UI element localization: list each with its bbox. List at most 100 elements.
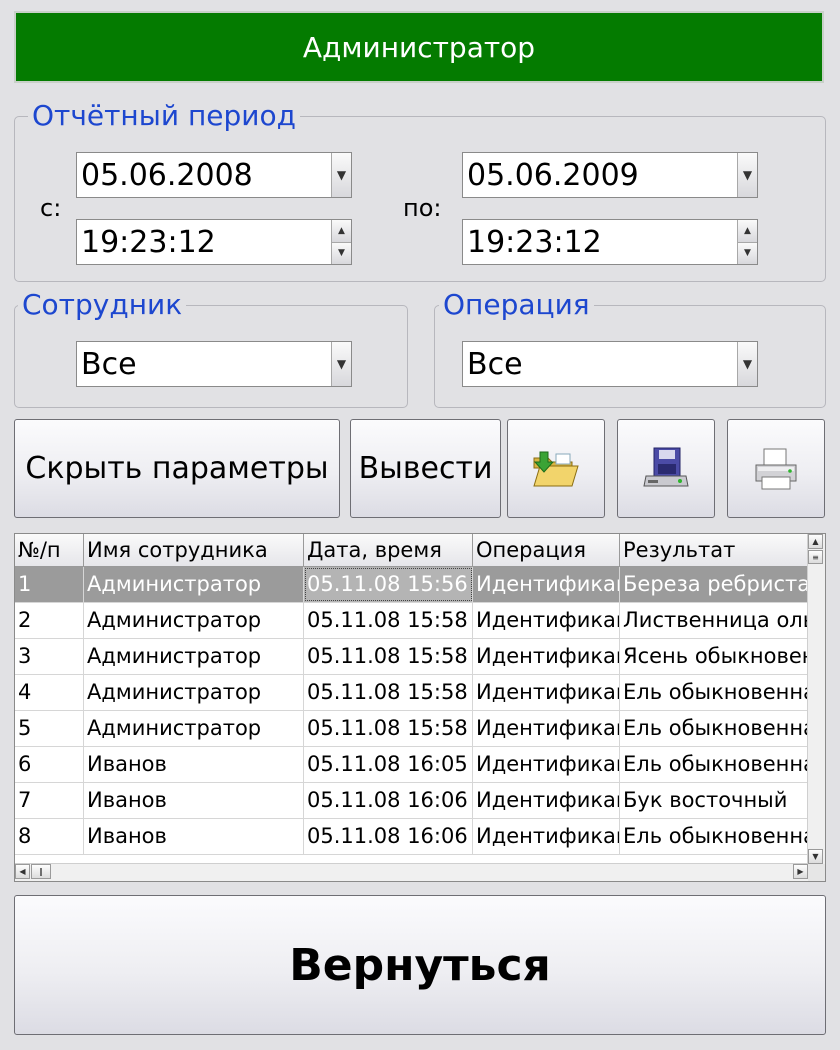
cell-datetime: 05.11.08 15:58 <box>304 711 473 746</box>
employee-legend: Сотрудник <box>18 289 187 321</box>
table-row[interactable]: 2Администратор05.11.08 15:58Идентификаци… <box>15 603 820 639</box>
to-time-value: 19:23:12 <box>467 224 602 260</box>
cell-number: 5 <box>15 711 84 746</box>
column-header-datetime[interactable]: Дата, время <box>304 534 473 566</box>
cell-number: 8 <box>15 819 84 854</box>
window-title-bar: Администратор <box>14 11 824 83</box>
from-label: с: <box>40 194 62 222</box>
output-button[interactable]: Вывести <box>350 419 501 518</box>
cell-operation: Идентификация <box>473 819 620 854</box>
scroll-down-icon[interactable]: ▼ <box>808 849 823 864</box>
cell-operation: Идентификация <box>473 603 620 638</box>
cell-employee: Администратор <box>84 711 304 746</box>
open-button[interactable] <box>507 419 605 518</box>
cell-employee: Администратор <box>84 567 304 602</box>
to-date-value: 05.06.2009 <box>467 157 639 193</box>
cell-operation: Идентификация <box>473 711 620 746</box>
log-table[interactable]: №/п Имя сотрудника Дата, время Операция … <box>14 533 826 882</box>
table-row[interactable]: 1Администратор05.11.08 15:56Идентификаци… <box>15 567 820 603</box>
cell-employee: Иванов <box>84 783 304 818</box>
save-button[interactable] <box>617 419 715 518</box>
cell-operation: Идентификация <box>473 783 620 818</box>
printer-icon <box>755 448 797 489</box>
employee-value: Все <box>81 346 137 382</box>
cell-datetime: 05.11.08 16:06 <box>304 783 473 818</box>
chevron-down-icon[interactable]: ▼ <box>737 342 757 386</box>
table-row[interactable]: 8Иванов05.11.08 16:06ИдентификацияЕль об… <box>15 819 820 855</box>
table-row[interactable]: 3Администратор05.11.08 15:58Идентификаци… <box>15 639 820 675</box>
folder-open-icon <box>533 451 579 486</box>
back-button[interactable]: Вернуться <box>14 895 826 1035</box>
column-header-operation[interactable]: Операция <box>473 534 620 566</box>
from-date-value: 05.06.2008 <box>81 157 253 193</box>
scroll-thumb[interactable]: ≡ <box>808 550 823 564</box>
cell-number: 7 <box>15 783 84 818</box>
cell-result: Ясень обыкновенный <box>620 639 820 674</box>
cell-datetime: 05.11.08 15:58 <box>304 675 473 710</box>
from-date-combo[interactable]: 05.06.2008 ▼ <box>76 152 352 198</box>
cell-result: Ель обыкновенная <box>620 711 820 746</box>
cell-datetime: 05.11.08 15:58 <box>304 639 473 674</box>
operation-combo[interactable]: Все ▼ <box>462 341 758 387</box>
spin-up-icon[interactable]: ▲ <box>738 220 757 242</box>
cell-datetime: 05.11.08 15:58 <box>304 603 473 638</box>
cell-result: Ель обыкновенная <box>620 675 820 710</box>
table-row[interactable]: 4Администратор05.11.08 15:58Идентификаци… <box>15 675 820 711</box>
spin-up-icon[interactable]: ▲ <box>332 220 351 242</box>
scroll-right-icon[interactable]: ▶ <box>793 864 808 879</box>
scroll-up-icon[interactable]: ▲ <box>808 534 823 549</box>
cell-result: Береза ребристая <box>620 567 820 602</box>
table-body: 1Администратор05.11.08 15:56Идентификаци… <box>15 567 820 855</box>
table-row[interactable]: 5Администратор05.11.08 15:58Идентификаци… <box>15 711 820 747</box>
to-label: по: <box>403 194 442 222</box>
cell-number: 6 <box>15 747 84 782</box>
chevron-down-icon[interactable]: ▼ <box>331 153 351 197</box>
cell-employee: Администратор <box>84 603 304 638</box>
cell-number: 2 <box>15 603 84 638</box>
cell-employee: Администратор <box>84 639 304 674</box>
from-time-value: 19:23:12 <box>81 224 216 260</box>
cell-operation: Идентификация <box>473 747 620 782</box>
vertical-scrollbar[interactable]: ▲ ≡ ▼ <box>807 534 825 864</box>
cell-result: Ель обыкновенная <box>620 819 820 854</box>
period-legend: Отчётный период <box>28 100 300 132</box>
cell-operation: Идентификация <box>473 675 620 710</box>
cell-number: 4 <box>15 675 84 710</box>
to-date-combo[interactable]: 05.06.2009 ▼ <box>462 152 758 198</box>
cell-operation: Идентификация <box>473 639 620 674</box>
cell-number: 1 <box>15 567 84 602</box>
cell-datetime: 05.11.08 16:06 <box>304 819 473 854</box>
window-title: Администратор <box>302 30 536 64</box>
print-button[interactable] <box>727 419 825 518</box>
table-row[interactable]: 7Иванов05.11.08 16:06ИдентификацияБук во… <box>15 783 820 819</box>
back-label: Вернуться <box>289 939 551 991</box>
chevron-down-icon[interactable]: ▼ <box>331 342 351 386</box>
to-time-spinbox[interactable]: 19:23:12 ▲ ▼ <box>462 219 758 265</box>
horizontal-scrollbar[interactable]: ◀ ‖ ▶ <box>15 863 808 881</box>
scroll-left-icon[interactable]: ◀ <box>15 864 30 879</box>
employee-combo[interactable]: Все ▼ <box>76 341 352 387</box>
cell-number: 3 <box>15 639 84 674</box>
from-time-spinbox[interactable]: 19:23:12 ▲ ▼ <box>76 219 352 265</box>
operation-value: Все <box>467 346 523 382</box>
cell-result: Ель обыкновенная <box>620 747 820 782</box>
cell-operation: Идентификация <box>473 567 620 602</box>
hscroll-thumb[interactable]: ‖ <box>31 864 51 879</box>
hide-params-label: Скрыть параметры <box>25 451 329 486</box>
cell-datetime: 05.11.08 15:56 <box>304 567 473 602</box>
column-header-employee[interactable]: Имя сотрудника <box>84 534 304 566</box>
spin-down-icon[interactable]: ▼ <box>332 241 351 264</box>
operation-legend: Операция <box>439 289 594 321</box>
chevron-down-icon[interactable]: ▼ <box>737 153 757 197</box>
table-header: №/п Имя сотрудника Дата, время Операция … <box>15 534 820 567</box>
column-header-result[interactable]: Результат <box>620 534 820 566</box>
output-label: Вывести <box>358 451 493 486</box>
cell-datetime: 05.11.08 16:05 <box>304 747 473 782</box>
table-row[interactable]: 6Иванов05.11.08 16:05ИдентификацияЕль об… <box>15 747 820 783</box>
spin-down-icon[interactable]: ▼ <box>738 241 757 264</box>
column-header-number[interactable]: №/п <box>15 534 84 566</box>
hide-params-button[interactable]: Скрыть параметры <box>14 419 340 518</box>
cell-result: Лиственница ольгинская <box>620 603 820 638</box>
cell-employee: Администратор <box>84 675 304 710</box>
cell-result: Бук восточный <box>620 783 820 818</box>
